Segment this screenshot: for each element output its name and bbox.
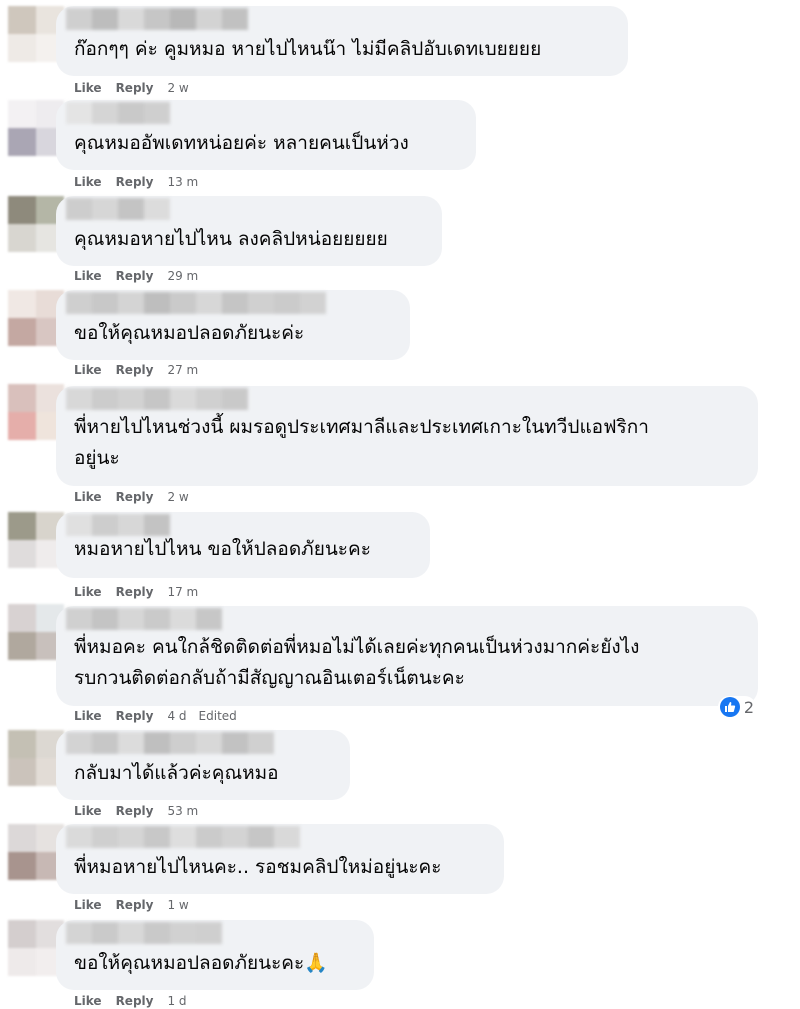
reply-button[interactable]: Reply xyxy=(116,897,154,913)
comment-bubble: หมอหายไปไหน ขอให้ปลอดภัยนะคะ xyxy=(56,512,430,578)
like-button[interactable]: Like xyxy=(74,174,102,190)
comment-bubble: คุณหมอหายไปไหน ลงคลิปหน่อยยยยย xyxy=(56,196,442,266)
like-button[interactable]: Like xyxy=(74,80,102,96)
commenter-name-redacted[interactable] xyxy=(66,732,274,754)
like-button[interactable]: Like xyxy=(74,268,102,284)
commenter-name-redacted[interactable] xyxy=(66,388,248,410)
comment-bubble: กลับมาได้แล้วค่ะคุณหมอ xyxy=(56,730,350,800)
commenter-name-redacted[interactable] xyxy=(66,8,248,30)
comment-actions: Like Reply 27 m xyxy=(74,362,210,378)
reply-button[interactable]: Reply xyxy=(116,174,154,190)
comment-bubble: พี่หมอหายไปไหนคะ.. รอชมคลิปใหม่อยู่นะคะ xyxy=(56,824,504,894)
reply-button[interactable]: Reply xyxy=(116,362,154,378)
commenter-name-redacted[interactable] xyxy=(66,608,222,630)
comment-timestamp[interactable]: 53 m xyxy=(167,803,198,819)
comment-actions: Like Reply 1 d xyxy=(74,993,199,1009)
thumbs-up-icon xyxy=(719,697,740,717)
comment-actions: Like Reply 2 w xyxy=(74,489,201,505)
comment-actions: Like Reply 53 m xyxy=(74,803,210,819)
like-button[interactable]: Like xyxy=(74,584,102,600)
comment-actions: Like Reply 17 m xyxy=(74,584,210,600)
comment-actions: Like Reply 1 w xyxy=(74,897,201,913)
comment-text: กลับมาได้แล้วค่ะคุณหมอ xyxy=(74,762,279,784)
comment-feed: ก๊อกๆๆ ค่ะ คูมหมอ หายไปไหนน๊า ไม่มีคลิปอ… xyxy=(0,0,800,1008)
reply-button[interactable]: Reply xyxy=(116,80,154,96)
comment-text: ก๊อกๆๆ ค่ะ คูมหมอ หายไปไหนน๊า ไม่มีคลิปอ… xyxy=(74,38,542,60)
comment-text: คุณหมออัพเดทหน่อยค่ะ หลายคนเป็นห่วง xyxy=(74,132,409,154)
like-button[interactable]: Like xyxy=(74,708,102,724)
like-button[interactable]: Like xyxy=(74,897,102,913)
reply-button[interactable]: Reply xyxy=(116,803,154,819)
comment-timestamp[interactable]: 4 d xyxy=(167,708,186,724)
comment-timestamp[interactable]: 2 w xyxy=(167,80,188,96)
comment-text: ขอให้คุณหมอปลอดภัยนะคะ🙏 xyxy=(74,952,328,974)
comment-timestamp[interactable]: 29 m xyxy=(167,268,198,284)
comment-bubble: พี่หายไปไหนช่วงนี้ ผมรอดูประเทศมาลีและปร… xyxy=(56,386,758,486)
commenter-name-redacted[interactable] xyxy=(66,198,170,220)
reply-button[interactable]: Reply xyxy=(116,489,154,505)
comment-actions: Like Reply 4 d Edited xyxy=(74,708,237,724)
comment-bubble: ขอให้คุณหมอปลอดภัยนะคะ🙏 xyxy=(56,920,374,990)
like-button[interactable]: Like xyxy=(74,993,102,1009)
comment-bubble: พี่หมอคะ คนใกล้ชิดติดต่อพี่หมอไม่ได้เลยค… xyxy=(56,606,758,706)
commenter-name-redacted[interactable] xyxy=(66,826,300,848)
commenter-name-redacted[interactable] xyxy=(66,292,326,314)
like-button[interactable]: Like xyxy=(74,362,102,378)
comment-text: พี่หายไปไหนช่วงนี้ ผมรอดูประเทศมาลีและปร… xyxy=(74,416,649,469)
comment-timestamp[interactable]: 17 m xyxy=(167,584,198,600)
reply-button[interactable]: Reply xyxy=(116,993,154,1009)
like-button[interactable]: Like xyxy=(74,803,102,819)
comment-bubble: คุณหมออัพเดทหน่อยค่ะ หลายคนเป็นห่วง xyxy=(56,100,476,170)
comment-actions: Like Reply 29 m xyxy=(74,268,210,284)
edited-label[interactable]: Edited xyxy=(199,708,237,724)
comment-text: ขอให้คุณหมอปลอดภัยนะค่ะ xyxy=(74,322,305,344)
commenter-name-redacted[interactable] xyxy=(66,514,170,536)
reply-button[interactable]: Reply xyxy=(116,584,154,600)
comment-bubble: ก๊อกๆๆ ค่ะ คูมหมอ หายไปไหนน๊า ไม่มีคลิปอ… xyxy=(56,6,628,76)
comment-timestamp[interactable]: 1 w xyxy=(167,897,188,913)
reaction-count-badge[interactable]: 2 xyxy=(717,696,756,718)
comment-timestamp[interactable]: 1 d xyxy=(167,993,186,1009)
reply-button[interactable]: Reply xyxy=(116,268,154,284)
comment-actions: Like Reply 13 m xyxy=(74,174,210,190)
comment-text: คุณหมอหายไปไหน ลงคลิปหน่อยยยยย xyxy=(74,228,388,250)
comment-bubble: ขอให้คุณหมอปลอดภัยนะค่ะ xyxy=(56,290,410,360)
like-button[interactable]: Like xyxy=(74,489,102,505)
comment-timestamp[interactable]: 13 m xyxy=(167,174,198,190)
comment-text: พี่หมอคะ คนใกล้ชิดติดต่อพี่หมอไม่ได้เลยค… xyxy=(74,636,640,689)
comment-timestamp[interactable]: 2 w xyxy=(167,489,188,505)
comment-text: หมอหายไปไหน ขอให้ปลอดภัยนะคะ xyxy=(74,538,371,560)
comment-actions: Like Reply 2 w xyxy=(74,80,201,96)
reaction-count: 2 xyxy=(743,697,754,717)
comment-timestamp[interactable]: 27 m xyxy=(167,362,198,378)
commenter-name-redacted[interactable] xyxy=(66,102,170,124)
comment-text: พี่หมอหายไปไหนคะ.. รอชมคลิปใหม่อยู่นะคะ xyxy=(74,856,442,878)
reply-button[interactable]: Reply xyxy=(116,708,154,724)
commenter-name-redacted[interactable] xyxy=(66,922,222,944)
